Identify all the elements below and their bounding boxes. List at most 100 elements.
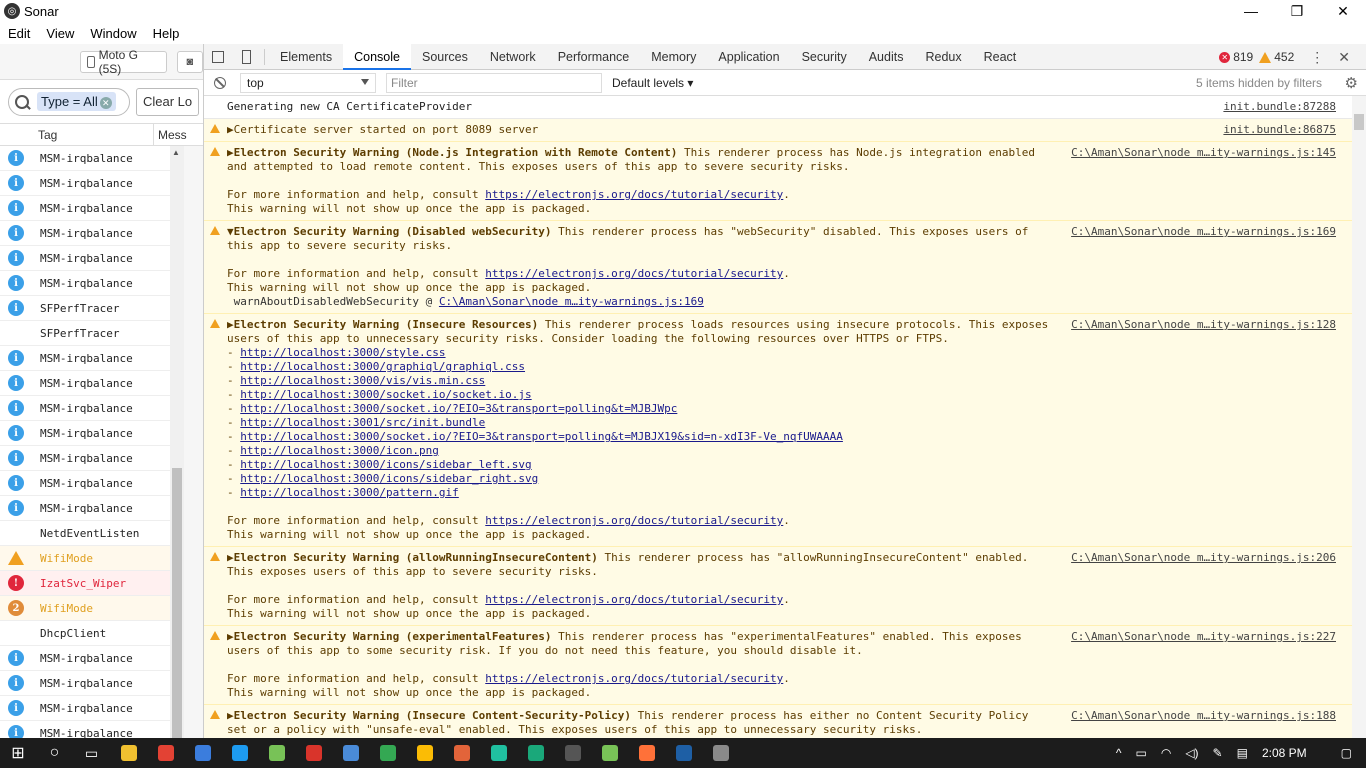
expand-arrow-icon[interactable]: ▶ [227,630,234,643]
volume-icon[interactable]: ◁) [1185,746,1198,760]
tab-audits[interactable]: Audits [858,44,915,70]
help-link[interactable]: https://electronjs.org/docs/tutorial/sec… [485,188,783,201]
log-row[interactable]: i MSM-irqbalance [0,721,170,738]
expand-arrow-icon[interactable]: ▶ [227,318,234,331]
log-row[interactable]: i MSM-irqbalance [0,671,170,696]
battery-icon[interactable]: ▭ [1135,746,1146,760]
help-link[interactable]: https://electronjs.org/docs/tutorial/sec… [485,593,783,606]
log-row[interactable]: i MSM-irqbalance [0,396,170,421]
taskbar-app-15[interactable] [628,738,665,768]
log-row[interactable]: i MSM-irqbalance [0,496,170,521]
tab-memory[interactable]: Memory [640,44,707,70]
help-link[interactable]: https://electronjs.org/docs/tutorial/sec… [485,267,783,280]
wifi-icon[interactable]: ◠ [1161,746,1171,760]
taskbar-app-5[interactable] [258,738,295,768]
maximize-button[interactable]: ❐ [1274,0,1320,22]
log-row[interactable]: i MSM-irqbalance [0,471,170,496]
clear-console-icon[interactable] [214,76,226,89]
log-row[interactable]: ! IzatSvc_Wiper [0,571,170,596]
close-button[interactable]: ✕ [1320,0,1366,22]
tag-column-header[interactable]: Tag [0,123,154,146]
taskbar-app-13[interactable] [554,738,591,768]
task-view-button[interactable]: ▭ [73,738,110,768]
taskbar-app-8[interactable] [369,738,406,768]
log-scrollbar-thumb[interactable] [172,468,182,738]
log-row[interactable]: i MSM-irqbalance [0,371,170,396]
console-warning[interactable]: ▶Electron Security Warning (Insecure Res… [204,314,1352,547]
tab-performance[interactable]: Performance [547,44,641,70]
menu-help[interactable]: Help [145,26,188,41]
log-search-input[interactable]: Type = All ✕ [8,87,130,116]
insecure-url-link[interactable]: http://localhost:3000/socket.io/?EIO=3&t… [240,402,677,415]
tab-sources[interactable]: Sources [411,44,479,70]
taskbar-app-17[interactable] [702,738,739,768]
expand-arrow-icon[interactable]: ▶ [227,551,234,564]
insecure-url-link[interactable]: http://localhost:3000/socket.io/socket.i… [240,388,531,401]
console-scrollbar-thumb[interactable] [1354,114,1364,130]
source-link[interactable]: C:\Aman\Sonar\node m…ity-warnings.js:188 [1071,709,1336,723]
log-row[interactable]: i MSM-irqbalance [0,696,170,721]
console-warning[interactable]: ▶Electron Security Warning (experimental… [204,626,1352,705]
error-count[interactable]: 819 [1233,50,1253,64]
taskbar-app-1[interactable] [110,738,147,768]
warning-count[interactable]: 452 [1274,50,1294,64]
insecure-url-link[interactable]: http://localhost:3000/graphiql/graphiql.… [240,360,525,373]
more-options-icon[interactable]: ⋮ [1310,49,1324,66]
console-warning[interactable]: ▶Electron Security Warning (Node.js Inte… [204,142,1352,221]
log-row[interactable]: i MSM-irqbalance [0,196,170,221]
console-scrollbar[interactable] [1352,96,1366,738]
tab-console[interactable]: Console [343,43,411,70]
insecure-url-link[interactable]: http://localhost:3000/icons/sidebar_left… [240,458,531,471]
console-warning[interactable]: ▶Electron Security Warning (allowRunning… [204,547,1352,626]
log-row[interactable]: i MSM-irqbalance [0,421,170,446]
taskbar-app-2[interactable] [147,738,184,768]
log-row[interactable]: DhcpClient [0,621,170,646]
log-row[interactable]: NetdEventListen [0,521,170,546]
taskbar-app-9[interactable] [406,738,443,768]
insecure-url-link[interactable]: http://localhost:3000/vis/vis.min.css [240,374,485,387]
source-link[interactable]: C:\Aman\Sonar\node m…ity-warnings.js:206 [1071,551,1336,565]
console-warning[interactable]: ▼Electron Security Warning (Disabled web… [204,221,1352,314]
log-levels-dropdown[interactable]: Default levels ▾ [612,76,693,90]
collapse-arrow-icon[interactable]: ▼ [227,225,234,238]
inspect-element-icon[interactable] [204,44,232,70]
log-row[interactable]: i MSM-irqbalance [0,146,170,171]
taskbar-app-14[interactable] [591,738,628,768]
expand-arrow-icon[interactable]: ▶ [227,123,234,136]
message-column-header[interactable]: Mess [154,128,187,142]
tab-network[interactable]: Network [479,44,547,70]
source-link[interactable]: C:\Aman\Sonar\node m…ity-warnings.js:227 [1071,630,1336,644]
source-link[interactable]: C:\Aman\Sonar\node m…ity-warnings.js:128 [1071,318,1336,332]
tab-elements[interactable]: Elements [269,44,343,70]
clear-logs-button[interactable]: Clear Lo [136,87,200,116]
screenshot-button[interactable]: ◙ [176,50,203,73]
tab-redux[interactable]: Redux [914,44,972,70]
menu-view[interactable]: View [38,26,82,41]
help-link[interactable]: https://electronjs.org/docs/tutorial/sec… [485,514,783,527]
log-row[interactable]: i MSM-irqbalance [0,246,170,271]
remove-token-icon[interactable]: ✕ [99,97,112,109]
pen-icon[interactable]: ✎ [1213,746,1223,760]
log-row[interactable]: WifiMode [0,546,170,571]
log-row[interactable]: i SFPerfTracer [0,296,170,321]
log-row[interactable]: i MSM-irqbalance [0,646,170,671]
console-settings-icon[interactable]: ⚙ [1345,74,1358,92]
log-row[interactable]: i MSM-irqbalance [0,171,170,196]
source-link[interactable]: C:\Aman\Sonar\node m…ity-warnings.js:169 [1071,225,1336,239]
tab-react[interactable]: React [973,44,1028,70]
log-row[interactable]: i MSM-irqbalance [0,446,170,471]
menu-edit[interactable]: Edit [0,26,38,41]
show-hidden-icons[interactable]: ^ [1116,746,1122,760]
taskbar-app-11[interactable] [480,738,517,768]
insecure-url-link[interactable]: http://localhost:3001/src/init.bundle [240,416,485,429]
log-row[interactable]: i MSM-irqbalance [0,221,170,246]
search-button[interactable]: ○ [36,738,73,768]
clock[interactable]: 2:08 PM [1262,746,1307,760]
expand-arrow-icon[interactable]: ▶ [227,709,234,722]
source-link[interactable]: init.bundle:87288 [1223,100,1336,114]
menu-window[interactable]: Window [82,26,144,41]
log-row[interactable]: 2 WifiMode [0,596,170,621]
taskbar-app-16[interactable] [665,738,702,768]
keyboard-icon[interactable]: ▤ [1237,746,1248,760]
taskbar-app-4[interactable] [221,738,258,768]
